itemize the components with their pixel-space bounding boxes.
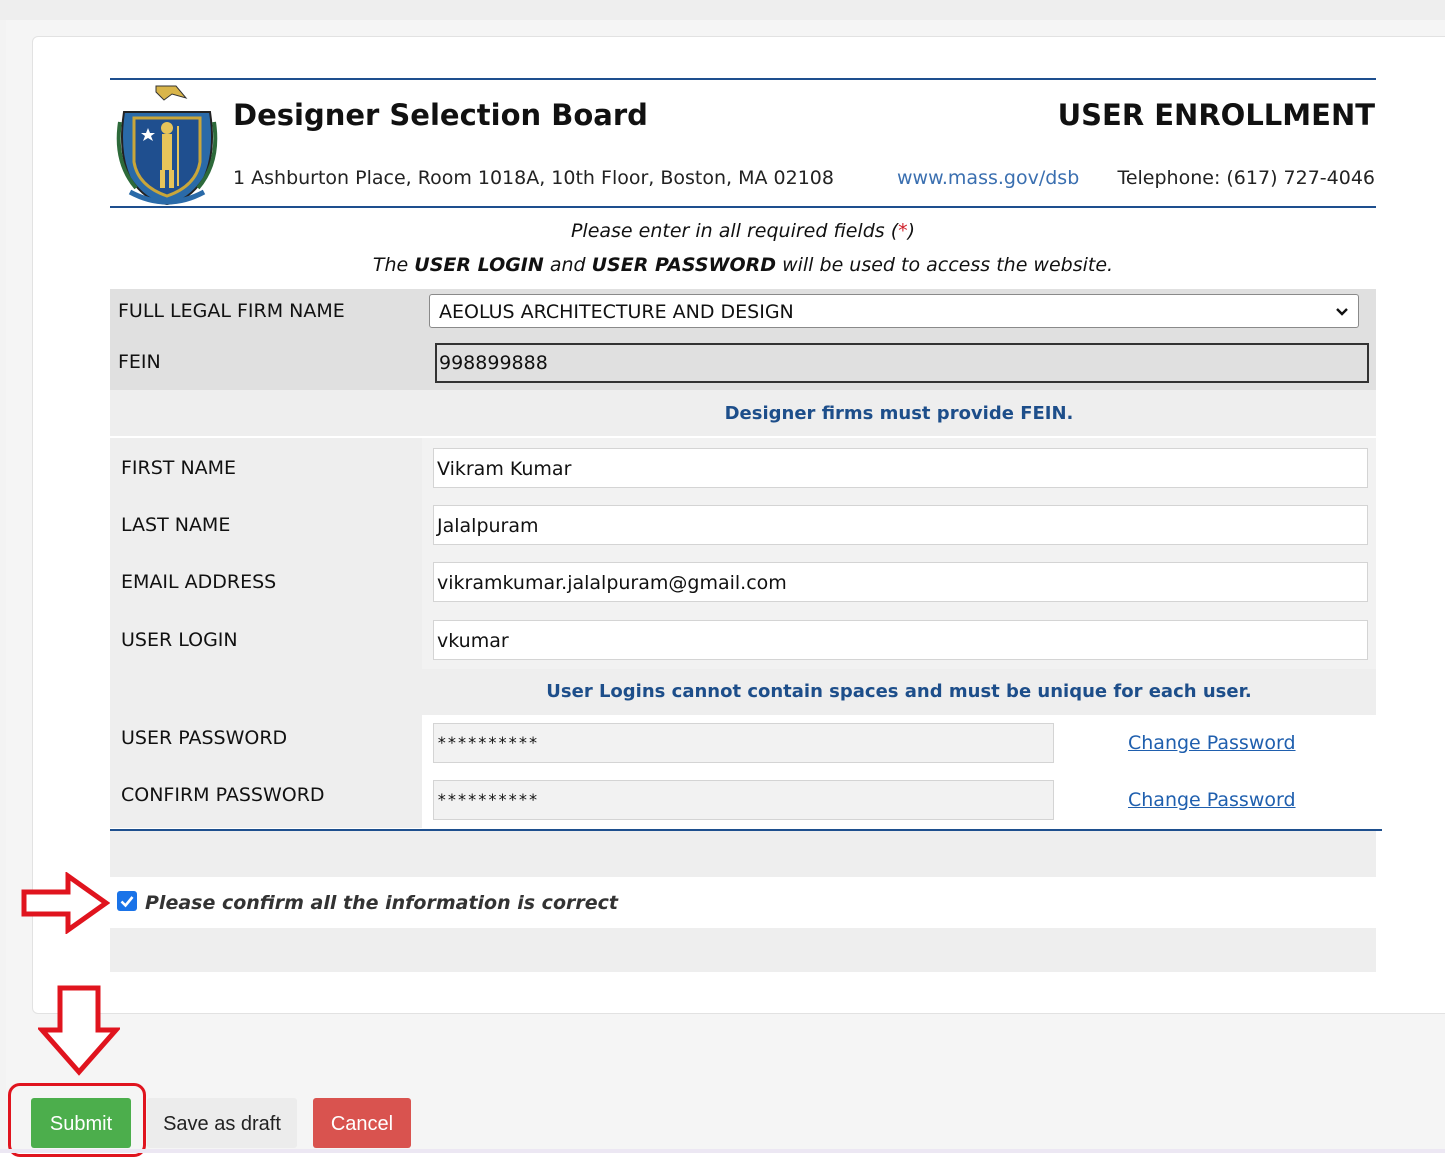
instruction-password-term: USER PASSWORD <box>591 254 777 276</box>
bottom-edge <box>0 1149 1445 1153</box>
firm-name-select[interactable]: AEOLUS ARCHITECTURE AND DESIGN <box>429 294 1359 328</box>
confirm-password-label: CONFIRM PASSWORD <box>121 784 325 806</box>
instruction-and: and <box>543 254 592 276</box>
org-title: Designer Selection Board <box>233 98 648 132</box>
confirm-checkbox[interactable] <box>117 891 137 911</box>
email-value: vikramkumar.jalalpuram@gmail.com <box>437 572 787 594</box>
login-note: User Logins cannot contain spaces and mu… <box>546 681 1252 702</box>
firm-name-value: AEOLUS ARCHITECTURE AND DESIGN <box>439 301 794 323</box>
instruction-text: Please enter in all required fields ( <box>570 220 899 242</box>
fein-value: 998899888 <box>439 352 548 374</box>
email-input[interactable]: vikramkumar.jalalpuram@gmail.com <box>433 562 1368 602</box>
last-name-label: LAST NAME <box>121 514 231 536</box>
down-arrow-annotation-icon <box>38 985 120 1076</box>
submit-button[interactable]: Submit <box>31 1098 131 1148</box>
spacer-band-1 <box>110 831 1376 877</box>
instruction-text-end: ) <box>907 220 916 242</box>
left-strip <box>0 20 6 1153</box>
password-label: USER PASSWORD <box>121 727 288 749</box>
first-name-value: Vikram Kumar <box>437 458 572 480</box>
user-login-label: USER LOGIN <box>121 629 238 651</box>
telephone: Telephone: (617) 727-4046 <box>1117 167 1375 189</box>
password-input[interactable]: ********** <box>433 723 1054 763</box>
required-fields-instruction: Please enter in all required fields (*) <box>110 220 1376 242</box>
password-value: ********** <box>437 733 539 752</box>
header-top-rule <box>110 78 1376 80</box>
user-login-value: vkumar <box>437 630 509 652</box>
fein-label: FEIN <box>118 351 161 373</box>
login-instruction: The USER LOGIN and USER PASSWORD will be… <box>110 254 1376 276</box>
first-name-input[interactable]: Vikram Kumar <box>433 448 1368 488</box>
firm-name-label: FULL LEGAL FIRM NAME <box>118 300 345 322</box>
required-star: * <box>898 220 908 242</box>
save-draft-button[interactable]: Save as draft <box>147 1098 297 1148</box>
change-password-link[interactable]: Change Password <box>1128 732 1296 754</box>
user-login-input[interactable]: vkumar <box>433 620 1368 660</box>
right-arrow-annotation-icon <box>21 872 110 934</box>
checkmark-icon <box>120 896 134 908</box>
change-confirm-password-link[interactable]: Change Password <box>1128 789 1296 811</box>
instruction-login-term: USER LOGIN <box>414 254 544 276</box>
fein-note: Designer firms must provide FEIN. <box>724 403 1074 424</box>
confirm-checkbox-label: Please confirm all the information is co… <box>145 892 618 914</box>
website-link[interactable]: www.mass.gov/dsb <box>897 167 1079 189</box>
massachusetts-seal-icon <box>116 82 218 206</box>
cancel-button[interactable]: Cancel <box>313 1098 411 1148</box>
instruction-the: The <box>372 254 415 276</box>
org-address: 1 Ashburton Place, Room 1018A, 10th Floo… <box>233 167 834 189</box>
chevron-down-icon <box>1336 308 1348 316</box>
instruction-rest: will be used to access the website. <box>776 254 1114 276</box>
last-name-input[interactable]: Jalalpuram <box>433 505 1368 545</box>
confirm-password-value: ********** <box>437 790 539 809</box>
confirm-password-input[interactable]: ********** <box>433 780 1054 820</box>
header-bottom-rule <box>110 206 1376 208</box>
email-label: EMAIL ADDRESS <box>121 571 277 593</box>
page-heading: USER ENROLLMENT <box>1057 98 1375 132</box>
last-name-value: Jalalpuram <box>437 515 539 537</box>
first-name-label: FIRST NAME <box>121 457 237 479</box>
spacer-band-2 <box>110 928 1376 972</box>
top-bar <box>0 0 1445 20</box>
fein-field[interactable]: 998899888 <box>435 343 1369 383</box>
